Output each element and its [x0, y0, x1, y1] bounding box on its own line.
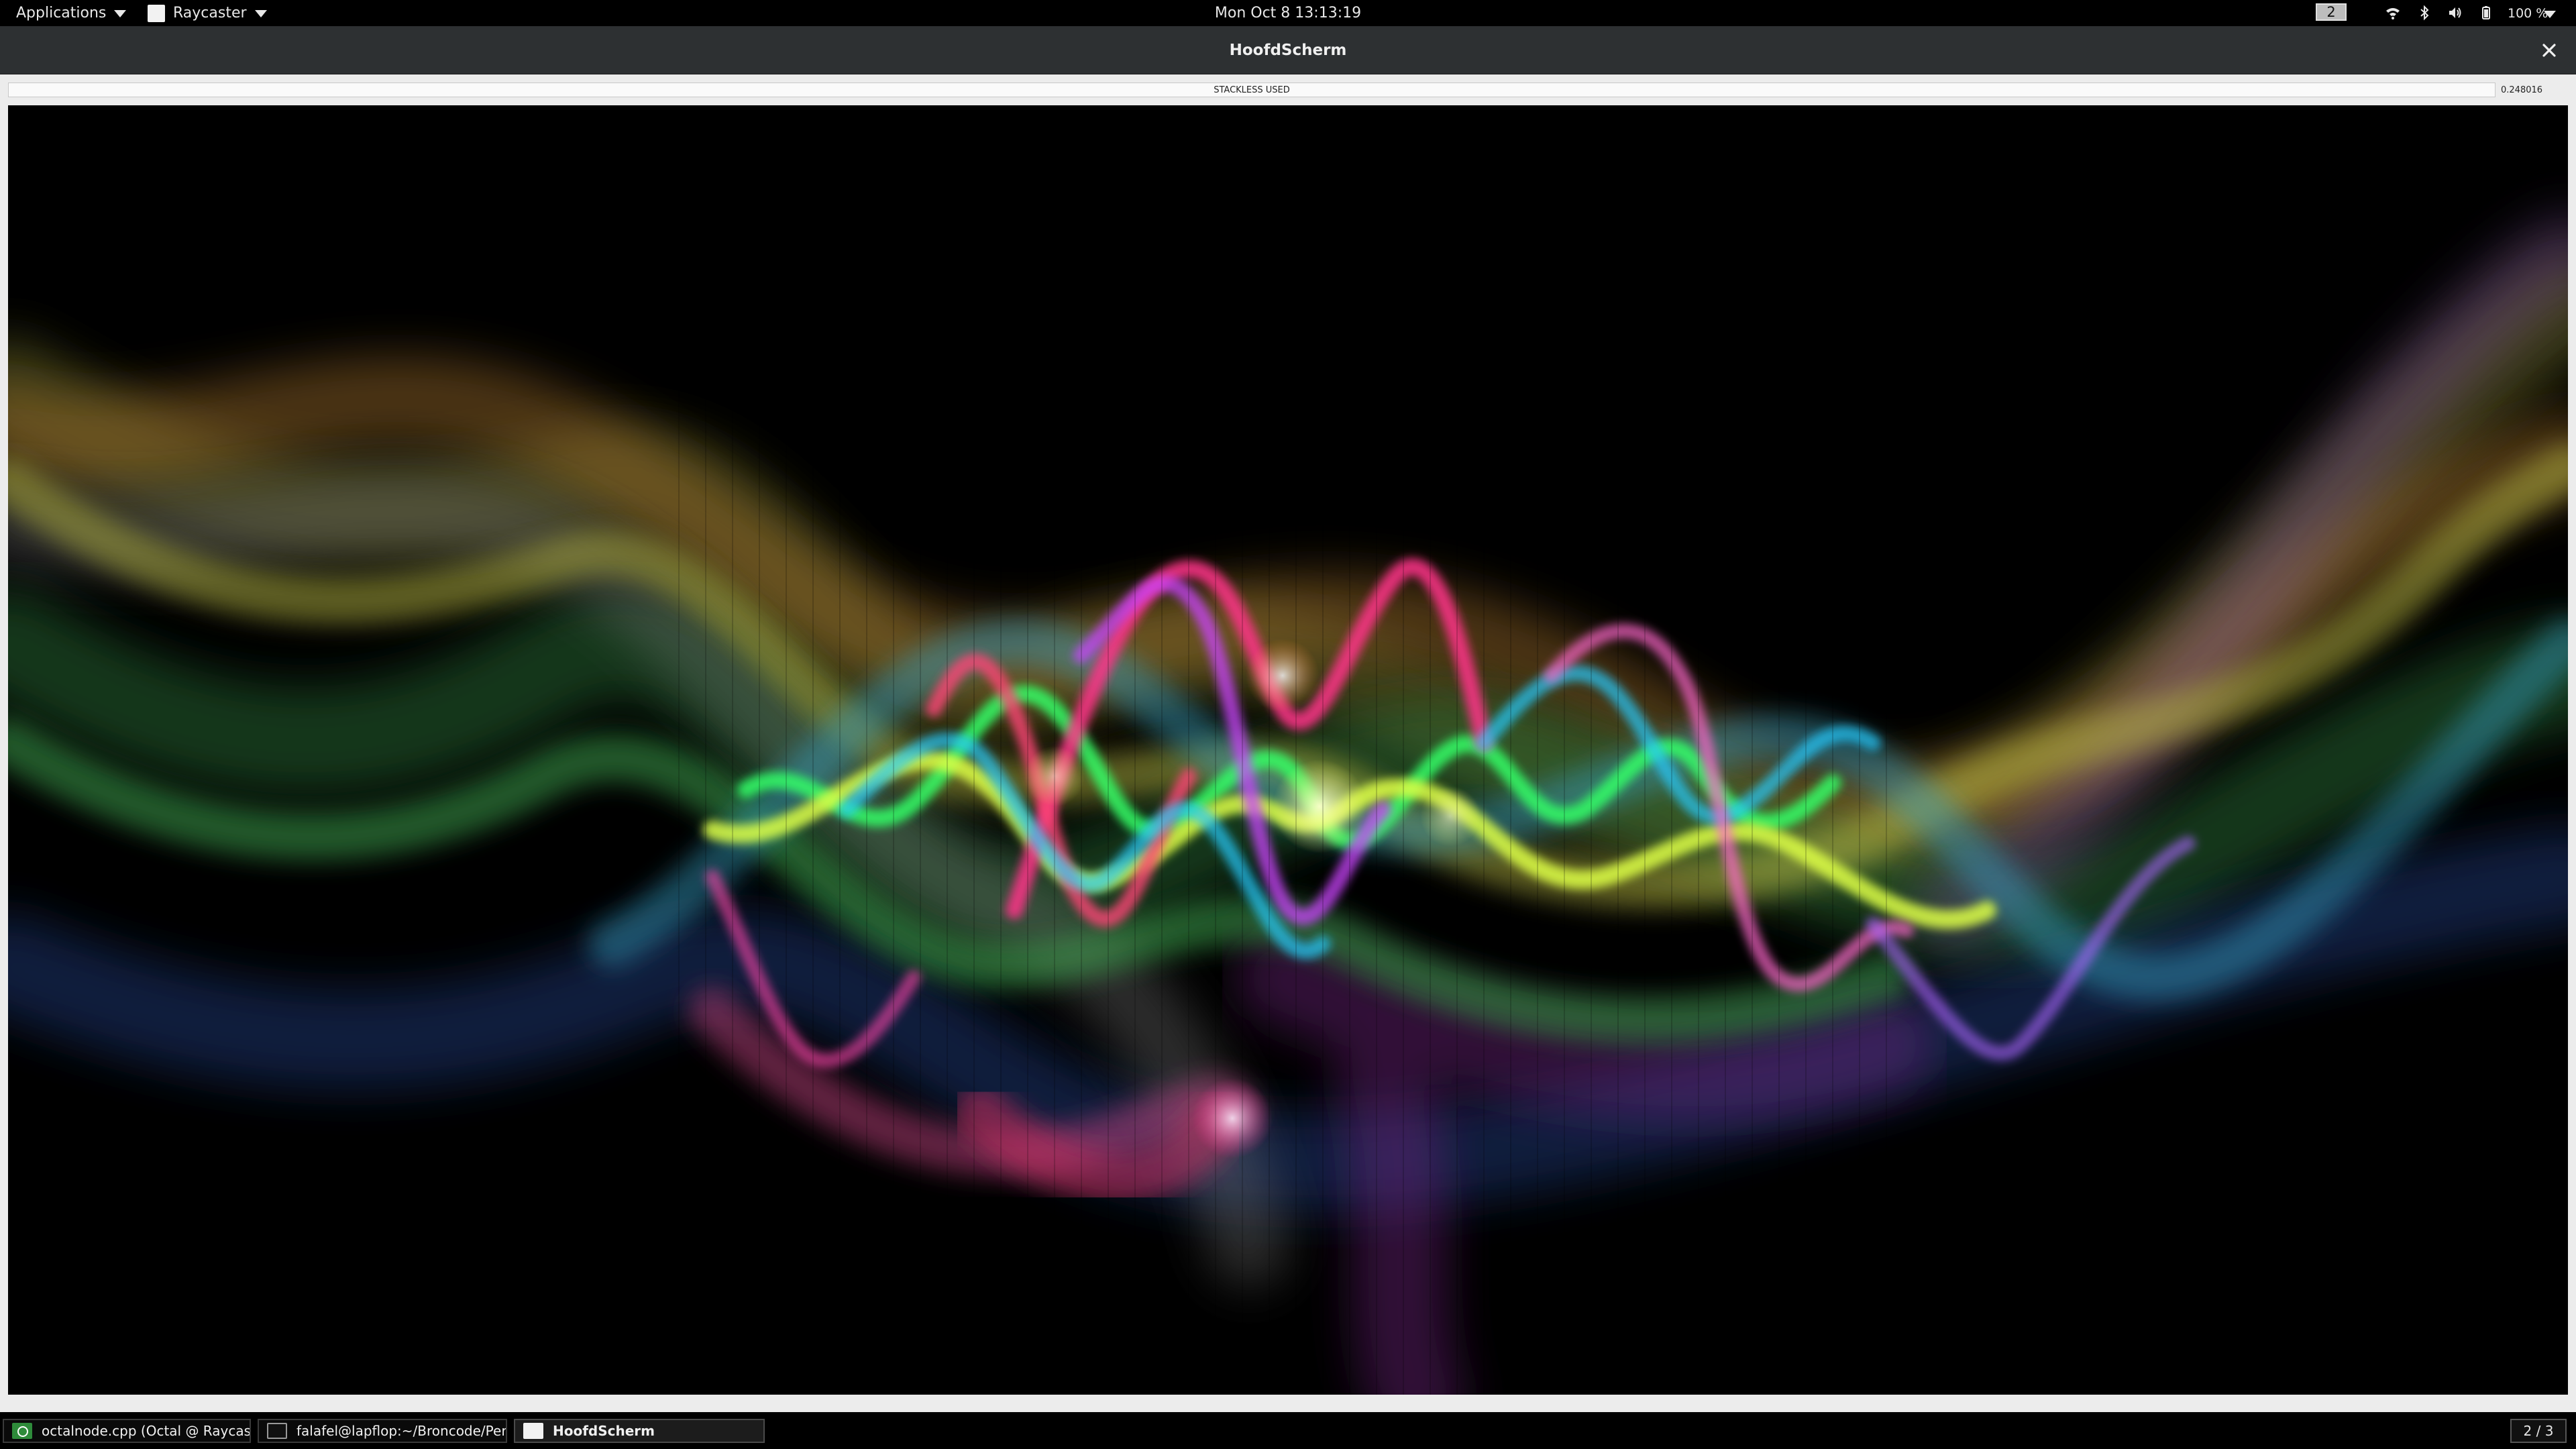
window-icon	[523, 1423, 543, 1439]
taskbar-item-hoofdscherm[interactable]: HoofdScherm	[514, 1419, 765, 1443]
qt-creator-icon	[12, 1423, 32, 1439]
chevron-down-icon	[114, 10, 127, 17]
top-panel: Applications Raycaster Mon Oct 8 13:13:1…	[0, 0, 2576, 26]
taskbar-item-label: octalnode.cpp (Octal @ Raycaste...	[42, 1423, 251, 1439]
taskbar-item-terminal[interactable]: falafel@lapflop:~/Broncode/Per...	[258, 1419, 507, 1443]
battery-icon[interactable]	[2478, 5, 2494, 21]
terminal-icon	[267, 1423, 287, 1439]
workspace-indicator[interactable]: 2	[2316, 3, 2347, 21]
taskbar-item-qtcreator[interactable]: octalnode.cpp (Octal @ Raycaste...	[3, 1419, 251, 1443]
status-text: STACKLESS USED	[1214, 85, 1290, 95]
wifi-icon[interactable]	[2385, 5, 2401, 21]
bluetooth-icon[interactable]	[2416, 5, 2432, 21]
raycaster-label: Raycaster	[173, 5, 247, 21]
battery-percentage: 100 %	[2508, 5, 2548, 21]
render-canvas[interactable]	[8, 105, 2568, 1395]
close-icon	[2542, 44, 2556, 57]
applications-label: Applications	[16, 5, 107, 21]
window-title: HoofdScherm	[1229, 41, 1347, 59]
workspace-number: 2	[2326, 4, 2336, 20]
raycaster-menu[interactable]: Raycaster	[148, 0, 267, 26]
status-bar: STACKLESS USED	[8, 83, 2496, 97]
app-window: HoofdScherm STACKLESS USED 0.248016	[0, 26, 2576, 1412]
chevron-down-icon	[254, 10, 267, 17]
taskbar-item-label: falafel@lapflop:~/Broncode/Per...	[297, 1423, 507, 1439]
clock: Mon Oct 8 13:13:19	[0, 0, 2576, 26]
raycaster-app-icon	[148, 4, 165, 22]
window-titlebar[interactable]: HoofdScherm	[0, 26, 2576, 74]
wave-render	[8, 105, 2568, 1395]
workspace-pager[interactable]: 2 / 3	[2510, 1419, 2567, 1443]
close-button[interactable]	[2537, 38, 2561, 62]
applications-menu[interactable]: Applications	[16, 0, 127, 26]
workspace-pager-label: 2 / 3	[2523, 1423, 2554, 1439]
chevron-down-icon[interactable]	[2544, 11, 2556, 18]
taskbar-item-label: HoofdScherm	[553, 1423, 655, 1439]
clock-label[interactable]: Mon Oct 8 13:13:19	[1215, 5, 1361, 21]
timing-value: 0.248016	[2501, 85, 2543, 95]
volume-icon[interactable]	[2447, 5, 2463, 21]
taskbar: octalnode.cpp (Octal @ Raycaste... falaf…	[0, 1412, 2576, 1449]
